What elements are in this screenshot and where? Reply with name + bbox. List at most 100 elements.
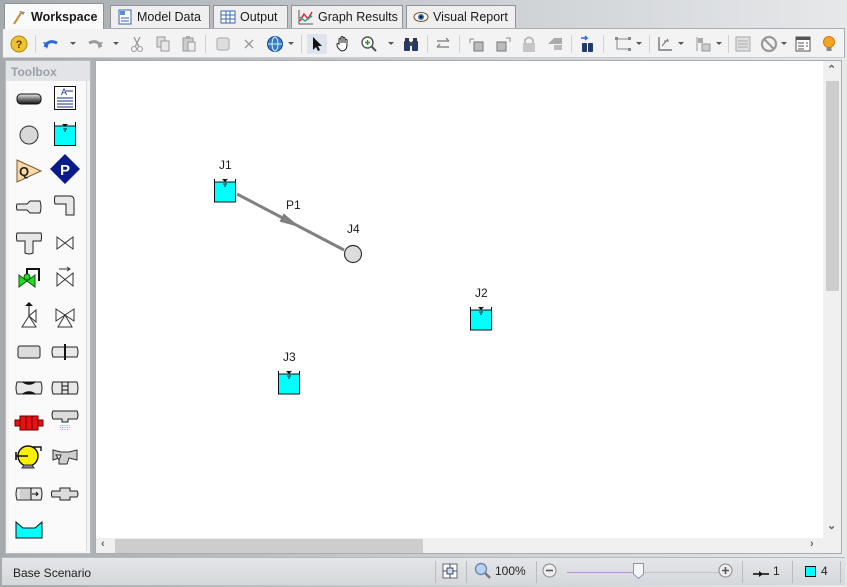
grid-dropdown[interactable]: [677, 39, 684, 49]
main-toolbar: ?: [2, 28, 845, 58]
annotation-button[interactable]: [733, 34, 753, 54]
cut-button[interactable]: [127, 34, 147, 54]
select-all-button[interactable]: [213, 34, 233, 54]
tab-model-data[interactable]: Model Data: [110, 5, 210, 28]
tool-positive-displacement-pump[interactable]: [14, 409, 44, 437]
zoom-out-button[interactable]: [542, 563, 557, 581]
disable-button[interactable]: [759, 34, 779, 54]
tool-area-change[interactable]: [14, 193, 44, 221]
send-to-back-button[interactable]: [493, 34, 513, 54]
reservoir-icon: [278, 371, 300, 395]
junction-J2[interactable]: [470, 307, 492, 331]
redo-dropdown[interactable]: [112, 39, 119, 49]
model-canvas[interactable]: J1 J2 J3 J4 P1: [96, 61, 824, 539]
copy-button[interactable]: [153, 34, 173, 54]
tab-visual-report[interactable]: Visual Report: [406, 5, 516, 28]
zoom-level-icon: [474, 562, 492, 583]
undo-icon: [43, 40, 58, 49]
paste-button[interactable]: [179, 34, 199, 54]
tab-workspace[interactable]: Workspace: [4, 3, 104, 29]
junction-label-J2[interactable]: J2: [475, 286, 488, 300]
tool-general-component[interactable]: [50, 445, 80, 473]
find-object-button[interactable]: [577, 34, 597, 54]
tool-tee[interactable]: [14, 229, 44, 257]
redo-icon: [88, 40, 103, 49]
tool-check-valve[interactable]: [50, 263, 80, 291]
arrange-button[interactable]: [693, 34, 713, 54]
globe-button[interactable]: [265, 34, 285, 54]
zoom-in-button[interactable]: [718, 563, 733, 581]
tool-branch[interactable]: [14, 121, 44, 149]
workspace-canvas[interactable]: J1 J2 J3 J4 P1 ⌃ ⌄ ‹ ›: [95, 60, 842, 554]
tool-volume-balance[interactable]: [50, 480, 80, 508]
zoom-slider[interactable]: [567, 572, 722, 573]
zoom-button[interactable]: [359, 34, 379, 54]
tab-graph-results[interactable]: Graph Results: [291, 5, 403, 28]
tool-reservoir[interactable]: [50, 120, 80, 148]
zoom-level[interactable]: 100%: [495, 564, 526, 578]
tool-tank[interactable]: [14, 516, 44, 544]
tool-screen[interactable]: [50, 374, 80, 402]
undo-dropdown[interactable]: [69, 39, 76, 49]
tool-assigned-flow[interactable]: Q: [14, 157, 44, 185]
delete-button[interactable]: [239, 34, 259, 54]
horizontal-scrollbar[interactable]: ‹ ›: [96, 538, 824, 553]
tab-output[interactable]: Output: [213, 5, 288, 28]
pipe-routing-dropdown[interactable]: [635, 39, 642, 49]
tool-valve[interactable]: [50, 229, 80, 257]
fit-to-window-button[interactable]: [442, 563, 458, 582]
tool-venturi[interactable]: [14, 374, 44, 402]
junction-label-J3[interactable]: J3: [283, 350, 296, 364]
pipe-count-icon: [753, 567, 769, 581]
zoom-slider-thumb[interactable]: [633, 563, 645, 580]
branch-junction-icon: [343, 244, 363, 264]
tool-assigned-pressure[interactable]: P: [50, 154, 80, 184]
vertical-scrollbar[interactable]: ⌃ ⌄: [823, 61, 841, 539]
binoculars-icon: [404, 38, 418, 51]
pipe-routing-button[interactable]: [613, 34, 633, 54]
junction-J3[interactable]: [278, 371, 300, 395]
tool-spray-discharge[interactable]: [50, 407, 80, 435]
tips-button[interactable]: [819, 34, 839, 54]
tool-relief-valve[interactable]: [14, 301, 44, 329]
prohibited-icon: [760, 35, 778, 53]
junction-label-J1[interactable]: J1: [219, 158, 232, 172]
help-button[interactable]: ?: [9, 34, 29, 54]
scroll-right-icon[interactable]: ›: [810, 538, 814, 550]
globe-dropdown[interactable]: [287, 39, 294, 49]
junction-J4[interactable]: [343, 244, 363, 264]
disable-dropdown[interactable]: [780, 39, 787, 49]
tool-bend[interactable]: [50, 191, 80, 219]
select-tool-button[interactable]: [307, 34, 327, 54]
scroll-up-icon[interactable]: ⌃: [827, 63, 836, 76]
tool-dead-end[interactable]: [14, 338, 44, 366]
arrange-dropdown[interactable]: [715, 39, 722, 49]
align-button[interactable]: [545, 34, 565, 54]
tool-three-way-valve[interactable]: [50, 303, 80, 331]
bring-to-front-button[interactable]: [467, 34, 487, 54]
horizontal-scroll-thumb[interactable]: [115, 539, 423, 553]
find-button[interactable]: [401, 34, 421, 54]
scroll-left-icon[interactable]: ‹: [101, 538, 105, 550]
tool-heat-exchanger[interactable]: [14, 480, 44, 508]
vertical-scroll-thumb[interactable]: [826, 81, 839, 291]
scroll-down-icon[interactable]: ⌄: [827, 519, 836, 532]
grid-button[interactable]: [655, 34, 675, 54]
pipe-label-P1[interactable]: P1: [286, 198, 301, 212]
pipe-routing-icon: [615, 37, 631, 51]
reverse-direction-button[interactable]: [433, 34, 453, 54]
undo-button[interactable]: [41, 34, 61, 54]
junction-label-J4[interactable]: J4: [347, 222, 360, 236]
tool-pump[interactable]: [14, 443, 44, 471]
tool-orifice[interactable]: [50, 338, 80, 366]
tool-pipe[interactable]: [14, 85, 44, 113]
tool-control-valve[interactable]: [14, 263, 44, 291]
zoom-dropdown[interactable]: [387, 39, 394, 49]
scenario-name[interactable]: Base Scenario: [13, 566, 91, 580]
redo-button[interactable]: [85, 34, 105, 54]
show-objects-button[interactable]: [793, 34, 813, 54]
tool-annotation[interactable]: A: [50, 84, 80, 112]
lock-button[interactable]: [519, 34, 539, 54]
junction-J1[interactable]: [214, 179, 236, 203]
pan-button[interactable]: [333, 34, 353, 54]
